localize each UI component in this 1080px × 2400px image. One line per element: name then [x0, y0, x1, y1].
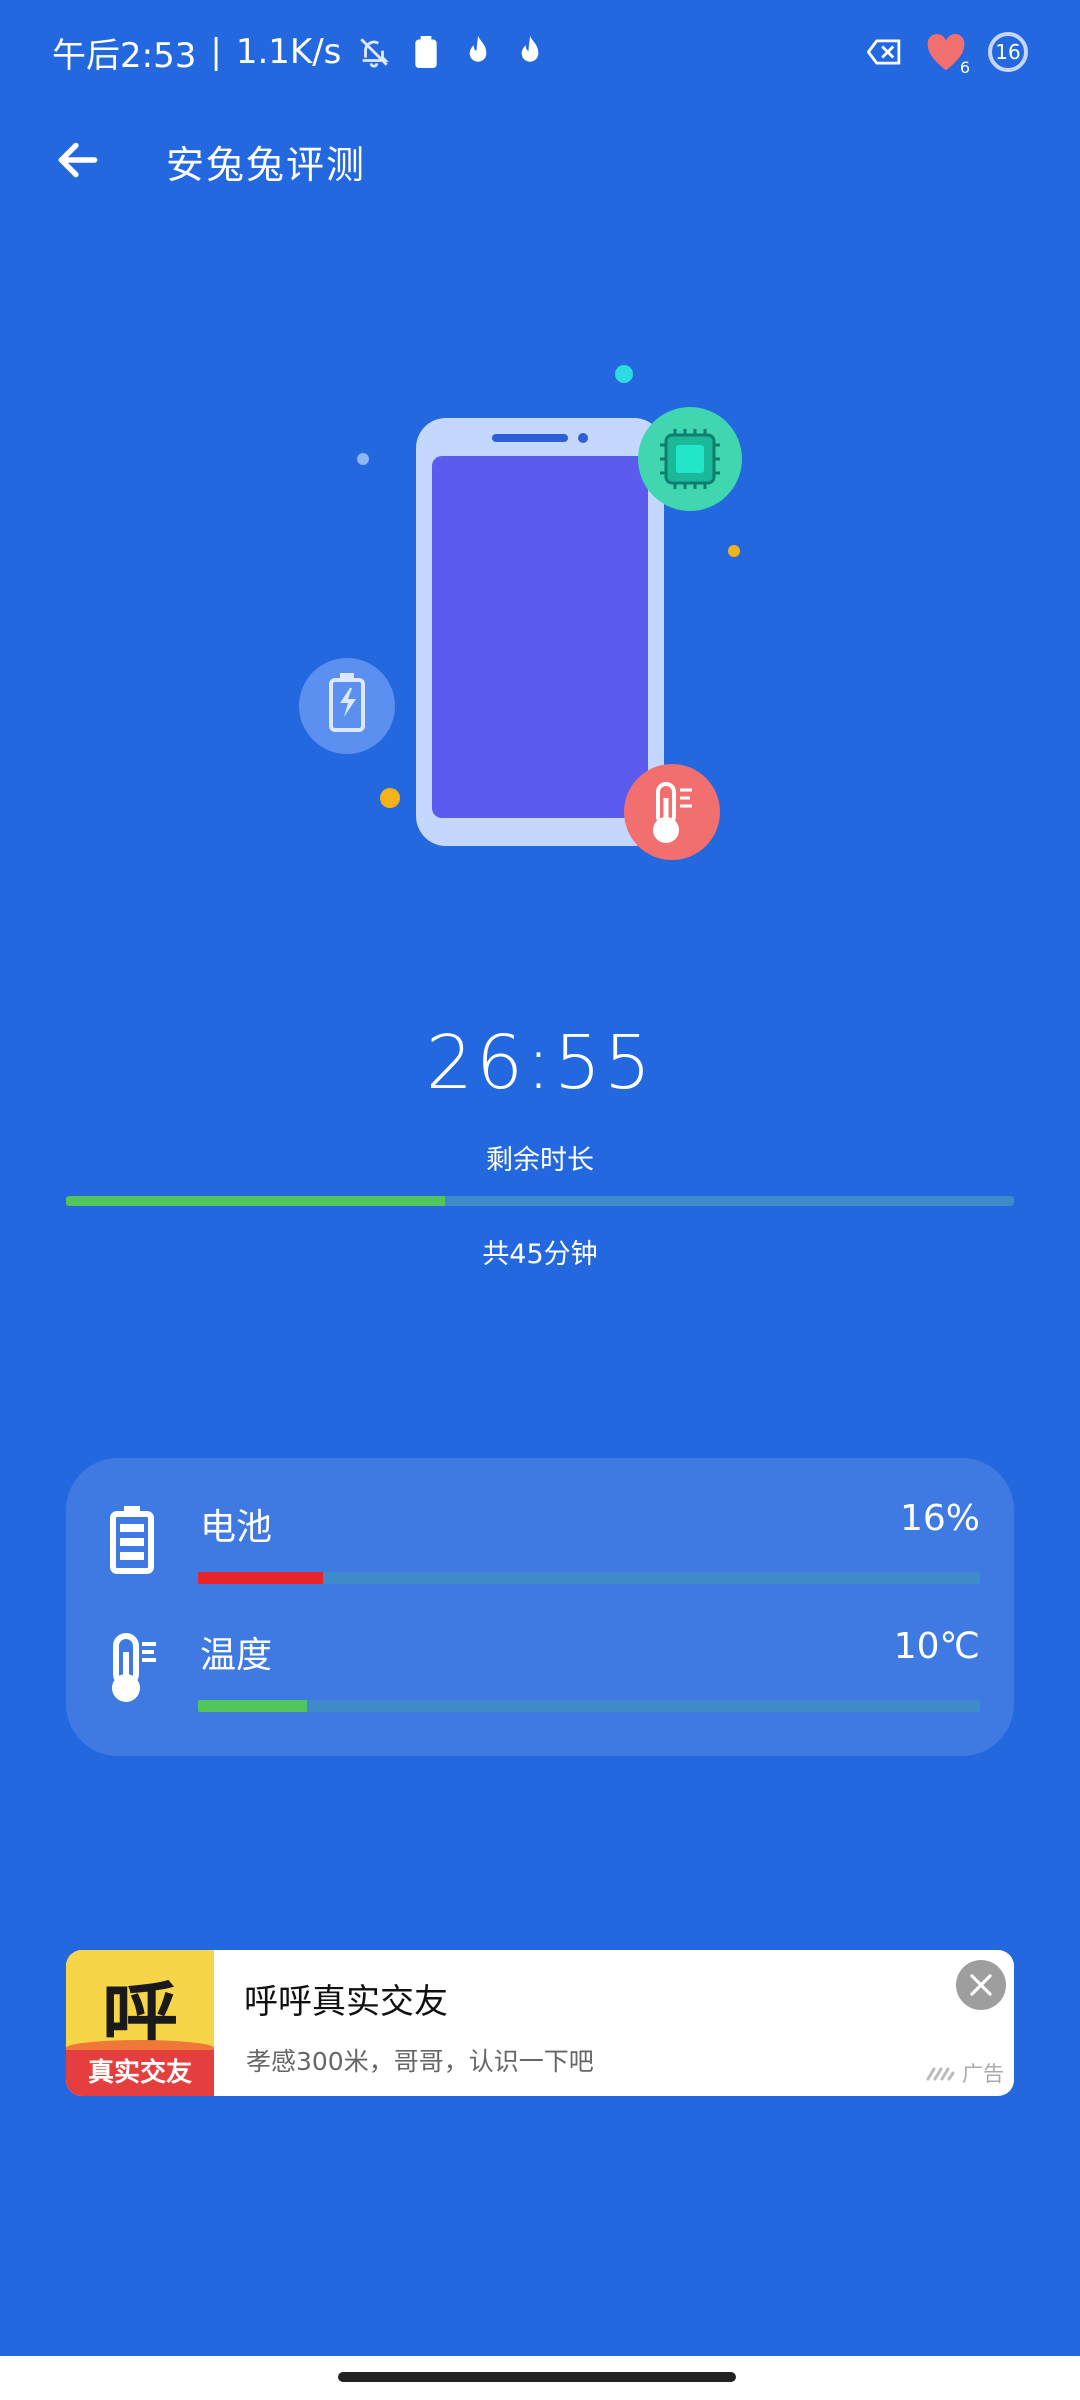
temperature-progress-track: [198, 1700, 980, 1712]
remaining-time: 26:55: [425, 1020, 655, 1106]
battery-ring-value: 16: [995, 40, 1021, 64]
ad-logo: 呼 真实交友: [66, 1950, 214, 2096]
time-progress-fill: [66, 1196, 446, 1206]
status-separator: |: [210, 32, 222, 72]
status-right: 6 16: [866, 32, 1028, 77]
battery-row: 电池 16%: [66, 1498, 1014, 1618]
temperature-row: 温度 10℃: [66, 1626, 1014, 1746]
ad-subtitle: 孝感300米，哥哥，认识一下吧: [246, 2047, 594, 2076]
battery-label: 电池: [200, 1507, 273, 1548]
ad-tag: 广告: [926, 2058, 1004, 2088]
app-header: 安兔兔评测: [0, 112, 1080, 202]
thermometer-icon: [102, 1632, 162, 1704]
ad-banner[interactable]: 呼 真实交友 呼呼真实交友 孝感300米，哥哥，认识一下吧 广告: [66, 1950, 1014, 2096]
temperature-progress-fill: [198, 1700, 308, 1712]
ad-logo-caption: 真实交友: [66, 2050, 214, 2096]
arrow-left-icon: [58, 142, 98, 178]
network-speed: 1.1K/s: [235, 32, 342, 72]
status-card: 电池 16% 温度 10℃: [66, 1458, 1014, 1756]
phone-screen: [432, 456, 648, 818]
page-title: 安兔兔评测: [166, 143, 367, 187]
ad-close-button[interactable]: [956, 1960, 1006, 2010]
decor-dot: [380, 788, 400, 808]
temperature-label: 温度: [200, 1635, 273, 1676]
decor-dot: [728, 545, 740, 557]
status-time: 午后2:53: [52, 35, 197, 76]
ad-title: 呼呼真实交友: [244, 1982, 448, 2022]
decor-dot: [615, 365, 633, 383]
ad-brand-icon: [926, 2067, 955, 2081]
status-left: 午后2:53 | 1.1K/s: [52, 28, 549, 77]
time-progress-track: [66, 1196, 1014, 1206]
battery-icon: [102, 1504, 162, 1576]
bell-off-icon: [355, 33, 393, 71]
status-bar: 午后2:53 | 1.1K/s 6 16: [0, 0, 1080, 104]
battery-value: 16%: [899, 1498, 980, 1539]
back-button[interactable]: [48, 130, 108, 190]
heart-badge: 6: [959, 58, 970, 77]
battery-bubble: [299, 658, 395, 754]
decor-dot: [357, 453, 369, 465]
phone-illustration: [280, 340, 780, 880]
flame-icon: [511, 33, 549, 71]
chip-icon: [660, 429, 720, 489]
remaining-time-label: 剩余时长: [486, 1145, 594, 1176]
flame-icon: [459, 33, 497, 71]
battery-progress-fill: [198, 1572, 324, 1584]
temperature-value: 10℃: [893, 1626, 980, 1667]
phone-speaker: [492, 434, 568, 442]
home-indicator[interactable]: [338, 2372, 736, 2382]
phone-camera: [578, 433, 588, 443]
battery-progress-track: [198, 1572, 980, 1584]
total-time-label: 共45分钟: [482, 1239, 598, 1270]
ad-tag-label: 广告: [962, 2062, 1004, 2086]
battery-small-icon: [407, 33, 445, 71]
heart-icon: 6: [922, 33, 970, 77]
battery-ring-icon: 16: [988, 32, 1028, 72]
close-box-icon: [866, 33, 904, 71]
close-icon: [970, 1974, 992, 1996]
